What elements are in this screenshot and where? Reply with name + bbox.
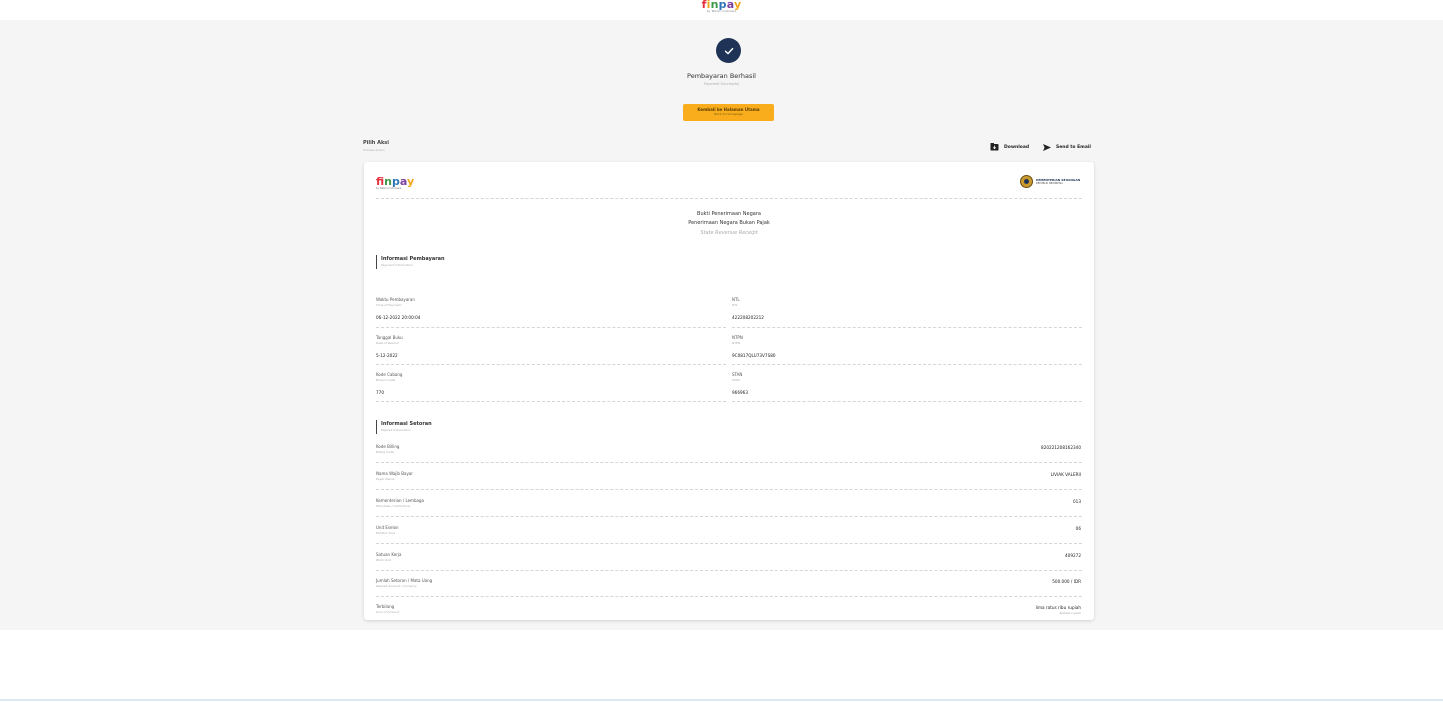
receipt-title-en: State Revenue Receipt [700,230,758,236]
deposit-label: Unit Eselon [376,525,399,530]
divider [732,364,1082,365]
payment-info-heading: Informasi Pembayaran Payment Information [376,255,445,269]
amount-in-words-sub: Spelled rupiah [1059,611,1081,615]
divider [376,462,1082,463]
divider [376,327,726,328]
divider [376,489,1082,490]
section-title: Informasi Setoran [381,421,432,427]
deposit-label: Nama Wajib Bayar [376,471,413,476]
ministry-code-value: 013 [1073,499,1081,504]
ntl-value: 422208202212 [732,315,764,320]
deposit-info-heading: Informasi Setoran Deposit Information [376,420,432,434]
field-label: NTL [732,297,740,302]
divider [376,596,1082,597]
deposit-label: Kode Billing [376,444,400,449]
status-subtitle: Payment Successful [703,82,740,86]
send-email-label: Send to Email [1056,144,1091,150]
finpay-logo[interactable]: finpay by Telkom Indonesia [702,0,742,18]
field-sublabel: Date of Record [376,341,399,345]
field-label: Kode Cabang [376,372,403,377]
field-label: Tanggal Buku [376,335,403,340]
divider [376,401,726,402]
receipt-card: finpay by Telkom Indonesia KEMENTERIAN K… [364,162,1094,620]
logo-letter: y [406,175,415,188]
receipt-finpay-logo: finpay by Telkom Indonesia [376,176,414,191]
send-icon [1043,143,1051,151]
deposit-label: Kementerian / Lembaga [376,498,424,503]
echelon-unit-value: 06 [1075,526,1081,531]
work-unit-value: 409272 [1065,553,1081,558]
divider [732,327,1082,328]
deposit-sublabel: Payer Name [376,477,395,481]
download-label: Download [1004,144,1030,150]
field-sublabel: STAN [732,378,740,382]
section-subtitle: Payment Information [381,263,413,267]
divider [732,401,1082,402]
amount-in-words-value: lima ratus ribu rupiah [1035,605,1081,610]
status-title: Pembayaran Berhasil [687,72,756,80]
field-label: STAN [732,372,743,377]
book-date-value: 5-12-2022 [376,353,398,358]
download-icon [990,143,999,151]
divider [376,516,1082,517]
divider [376,570,1082,571]
deposit-amount-value: 500.000 / IDR [1052,579,1081,584]
send-to-email-button[interactable]: Send to Email [1043,142,1091,152]
receipt-title: Bukti Penerimaan Negara [697,211,761,217]
ministry-seal-icon [1020,175,1033,188]
deposit-sublabel: Ministries / Institutions [376,504,411,508]
download-button[interactable]: Download [990,142,1029,152]
payer-name-value: LIVIAK VALERII [1050,472,1081,477]
back-to-home-button[interactable]: Kembali ke Halaman Utama Back to Homepag… [683,104,774,121]
footer-divider [0,699,1443,701]
choose-action-title: Pilih Aksi [363,140,389,146]
success-check-icon [716,38,741,63]
deposit-sublabel: Echelon Unit [376,531,395,535]
payment-time-value: 06-12-2022 20:00:04 [376,315,421,320]
section-subtitle: Deposit Information [381,428,411,432]
deposit-sublabel: Work Unit [376,558,391,562]
field-label: NTPN [732,335,743,340]
branch-code-value: 770 [376,390,384,395]
field-sublabel: NTPN [732,341,741,345]
billing-code-value: 820221208162340 [1041,445,1081,450]
ministry-logo: KEMENTERIAN KEUANGAN REPUBLIK INDONESIA [1020,175,1080,188]
field-sublabel: Branch Code [376,378,396,382]
home-button-sublabel: Back to Homepage [714,112,743,116]
deposit-sublabel: Sum of Amount [376,610,400,614]
divider [376,198,1082,199]
deposit-label: Terbilang [376,604,395,609]
top-bar: finpay by Telkom Indonesia [0,0,1443,20]
ministry-sub: REPUBLIK INDONESIA [1036,182,1063,185]
receipt-subtitle: Penerimaan Negara Bukan Pajak [688,220,770,226]
section-title: Informasi Pembayaran [381,256,445,262]
divider [376,364,726,365]
ntpn-value: 9C0817QLU73V7S80 [732,353,776,358]
deposit-sublabel: Billing Code [376,450,394,454]
choose-action-subtitle: Choose Action [363,148,385,152]
divider [376,543,1082,544]
field-sublabel: Time of Payment [376,303,402,307]
deposit-label: Satuan Kerja [376,552,402,557]
deposit-label: Jumlah Setoran / Mata Uang [376,578,433,583]
deposit-sublabel: Deposit Amount / Currency [376,584,417,588]
field-label: Waktu Pembayaran [376,297,415,302]
field-sublabel: NTL [732,303,738,307]
main-content: Pembayaran Berhasil Payment Successful K… [0,20,1443,630]
logo-tagline: by Telkom Indonesia [706,10,737,13]
stan-value: 966963 [732,390,748,395]
